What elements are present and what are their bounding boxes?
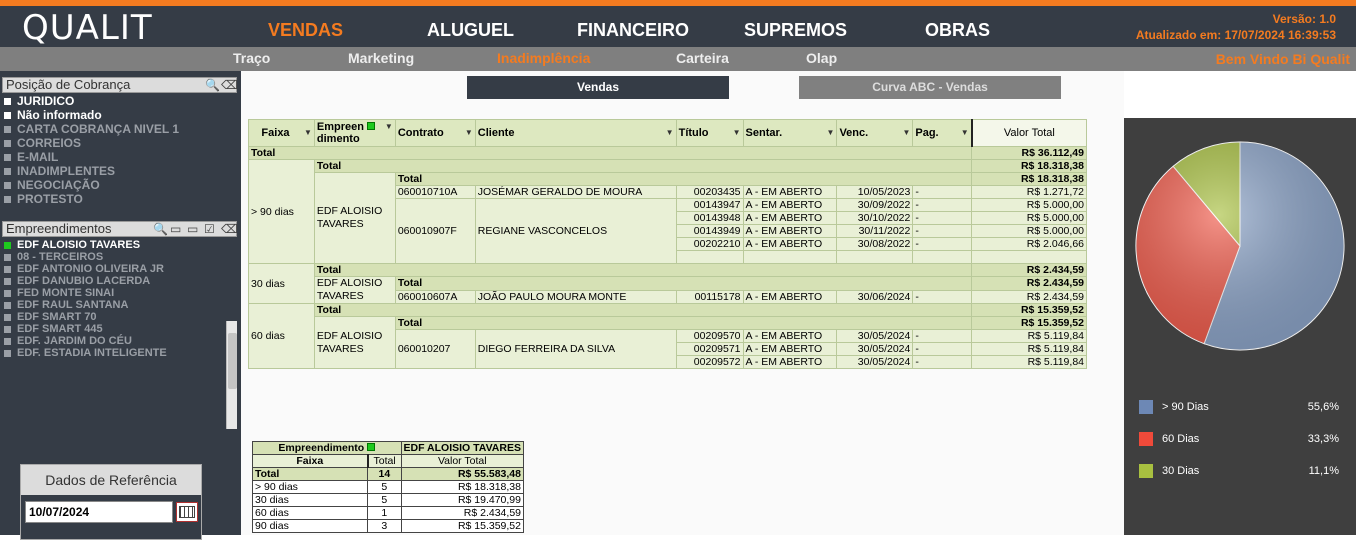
legend-swatch <box>1139 464 1153 478</box>
pivot-table: Faixa ▼ Empreen ▼ dimento Contrato ▼ Client… <box>247 119 1087 369</box>
legend-item-90-dias: > 90 Dias 55,6% <box>1139 400 1339 416</box>
summary-emp-value: EDF ALOISIO TAVARES <box>400 441 525 455</box>
eraser-icon[interactable]: ⌫ <box>221 78 238 92</box>
updated-label: Atualizado em: 17/07/2024 16:39:53 <box>1135 28 1336 42</box>
list-item[interactable]: EDF RAUL SANTANA <box>4 299 167 311</box>
summary-col-total: Total <box>367 454 402 468</box>
select-possible-icon[interactable]: ▭ <box>170 222 181 236</box>
header-bar: QUALIT VENDAS ALUGUEL FINANCEIRO SUPREMO… <box>0 6 1356 48</box>
table-row: 90 dias 3 R$ 15.359,52 <box>251 519 525 533</box>
reference-date-input[interactable] <box>25 501 173 523</box>
eraser-icon[interactable]: ⌫ <box>221 222 238 236</box>
table-row: 30 dias Total R$ 2.434,59 <box>248 263 1087 304</box>
search-icon[interactable]: 🔍 <box>153 222 168 236</box>
legend-item-60-dias: 60 Dias 33,3% <box>1139 432 1339 448</box>
table-row: > 90 dias Total R$ 18.318,38 <box>248 159 1087 264</box>
table-row: Total 14 R$ 55.583,48 <box>251 467 525 481</box>
summary-table: Empreendimento EDF ALOISIO TAVARES Faixa… <box>251 441 525 533</box>
list-item[interactable]: EDF SMART 445 <box>4 323 167 335</box>
list-item[interactable]: EDF. JARDIM DO CÉU <box>4 335 167 347</box>
pivot-header-row: Faixa ▼ Empreen ▼ dimento Contrato ▼ Client… <box>248 119 1087 147</box>
list-item[interactable]: 08 - TERCEIROS <box>4 251 167 263</box>
cobranca-list: JURIDICO Não informado CARTA COBRANÇA NI… <box>4 94 179 206</box>
reference-date-panel: Dados de Referência <box>20 464 202 540</box>
sub-nav: Traço Marketing Inadimplência Carteira O… <box>0 47 1356 71</box>
table-row: EDF ALOISIO TAVARES Total R$ 18.318,38 <box>249 172 1087 264</box>
sidebar: Posição de Cobrança 🔍 ⌫ JURIDICO Não inf… <box>0 71 241 540</box>
empreendimentos-scrollbar[interactable] <box>226 321 237 429</box>
version-info: Versão: 1.0 Atualizado em: 17/07/2024 16… <box>1136 11 1336 43</box>
nav-aluguel[interactable]: ALUGUEL <box>427 20 514 41</box>
table-row: 30 dias 5 R$ 19.470,99 <box>251 493 525 507</box>
col-header-pag[interactable]: Pag. ▼ <box>912 119 973 147</box>
version-label: Versão: 1.0 <box>1272 12 1336 26</box>
col-header-cliente[interactable]: Cliente ▼ <box>474 119 677 147</box>
select-excluded-icon[interactable]: ▭ <box>187 222 198 236</box>
list-item[interactable]: EDF DANUBIO LACERDA <box>4 275 167 287</box>
empreendimentos-title: Empreendimentos <box>6 221 112 236</box>
welcome-text: Bem Vindo Bi Qualit <box>1215 51 1350 67</box>
list-item[interactable]: JURIDICO <box>4 94 179 108</box>
pie-chart <box>1135 141 1345 351</box>
list-item[interactable]: PROTESTO <box>4 192 179 206</box>
table-row: Total R$ 36.112,49 <box>247 146 1087 160</box>
subnav-carteira[interactable]: Carteira <box>676 50 729 66</box>
col-header-sentar[interactable]: Sentar. ▼ <box>742 119 838 147</box>
legend-swatch <box>1139 400 1153 414</box>
list-item[interactable]: FED MONTE SINAI <box>4 287 167 299</box>
list-item[interactable]: EDF SMART 70 <box>4 311 167 323</box>
table-row: EDF ALOISIO TAVARES Total R$ 2.434,59 <box>249 276 1087 304</box>
curva-abc-button[interactable]: Curva ABC - Vendas <box>799 76 1061 99</box>
col-header-venc[interactable]: Venc. ▼ <box>836 119 914 147</box>
legend-swatch <box>1139 432 1153 446</box>
subnav-inadimplencia[interactable]: Inadimplência <box>497 50 590 66</box>
nav-vendas[interactable]: VENDAS <box>268 20 343 41</box>
search-icon[interactable]: 🔍 <box>205 78 220 92</box>
cobranca-title: Posição de Cobrança <box>6 77 131 92</box>
empreendimentos-list: EDF ALOISIO TAVARES 08 - TERCEIROS EDF A… <box>4 239 167 359</box>
vendas-button[interactable]: Vendas <box>467 76 729 99</box>
nav-obras[interactable]: OBRAS <box>925 20 990 41</box>
col-header-faixa[interactable]: Faixa ▼ <box>248 119 315 147</box>
list-item[interactable]: NEGOCIAÇÃO <box>4 178 179 192</box>
table-row: 60 dias Total R$ 15.359,52 <box>248 303 1087 369</box>
col-header-titulo[interactable]: Título ▼ <box>675 119 744 147</box>
empreendimentos-listbox-header: Empreendimentos 🔍 ▭ ▭ ☑ ⌫ <box>2 221 238 237</box>
summary-col-valor: Valor Total <box>400 454 525 468</box>
select-all-icon[interactable]: ☑ <box>204 222 215 236</box>
summary-header-row: Faixa Total Valor Total <box>251 454 525 468</box>
subnav-olap[interactable]: Olap <box>806 50 837 66</box>
table-row: > 90 dias 5 R$ 18.318,38 <box>251 480 525 494</box>
app-logo: QUALIT <box>22 8 153 48</box>
scrollbar-thumb[interactable] <box>228 333 237 389</box>
subnav-marketing[interactable]: Marketing <box>348 50 414 66</box>
list-item[interactable]: CORREIOS <box>4 136 179 150</box>
list-item[interactable]: EDF ANTONIO OLIVEIRA JR <box>4 263 167 275</box>
col-header-contrato[interactable]: Contrato ▼ <box>394 119 476 147</box>
table-row: EDF ALOISIO TAVARES Total R$ 15.359,52 <box>249 316 1087 369</box>
calendar-icon[interactable] <box>176 502 198 522</box>
list-item[interactable]: EDF ALOISIO TAVARES <box>4 239 167 251</box>
legend-item-30-dias: 30 Dias 11,1% <box>1139 464 1339 480</box>
list-item[interactable]: INADIMPLENTES <box>4 164 179 178</box>
subnav-traco[interactable]: Traço <box>233 50 270 66</box>
col-header-empreendimento[interactable]: Empreen ▼ dimento <box>313 119 396 147</box>
table-row: 60 dias 1 R$ 2.434,59 <box>251 506 525 520</box>
summary-selection-row: Empreendimento EDF ALOISIO TAVARES <box>252 441 525 455</box>
reference-date-title: Dados de Referência <box>21 465 201 495</box>
list-item[interactable]: Não informado <box>4 108 179 122</box>
list-item[interactable]: EDF. ESTADIA INTELIGENTE <box>4 347 167 359</box>
list-item[interactable]: CARTA COBRANÇA NIVEL 1 <box>4 122 179 136</box>
nav-supremos[interactable]: SUPREMOS <box>744 20 847 41</box>
summary-emp-header[interactable]: Empreendimento <box>252 441 402 455</box>
list-item[interactable]: E-MAIL <box>4 150 179 164</box>
summary-col-faixa[interactable]: Faixa <box>251 454 369 468</box>
col-header-valor-total: Valor Total <box>971 119 1087 147</box>
cobranca-listbox-header: Posição de Cobrança 🔍 ⌫ <box>2 77 238 93</box>
nav-financeiro[interactable]: FINANCEIRO <box>577 20 689 41</box>
pie-chart-panel: > 90 Dias 55,6% 60 Dias 33,3% 30 Dias 11… <box>1124 118 1356 535</box>
